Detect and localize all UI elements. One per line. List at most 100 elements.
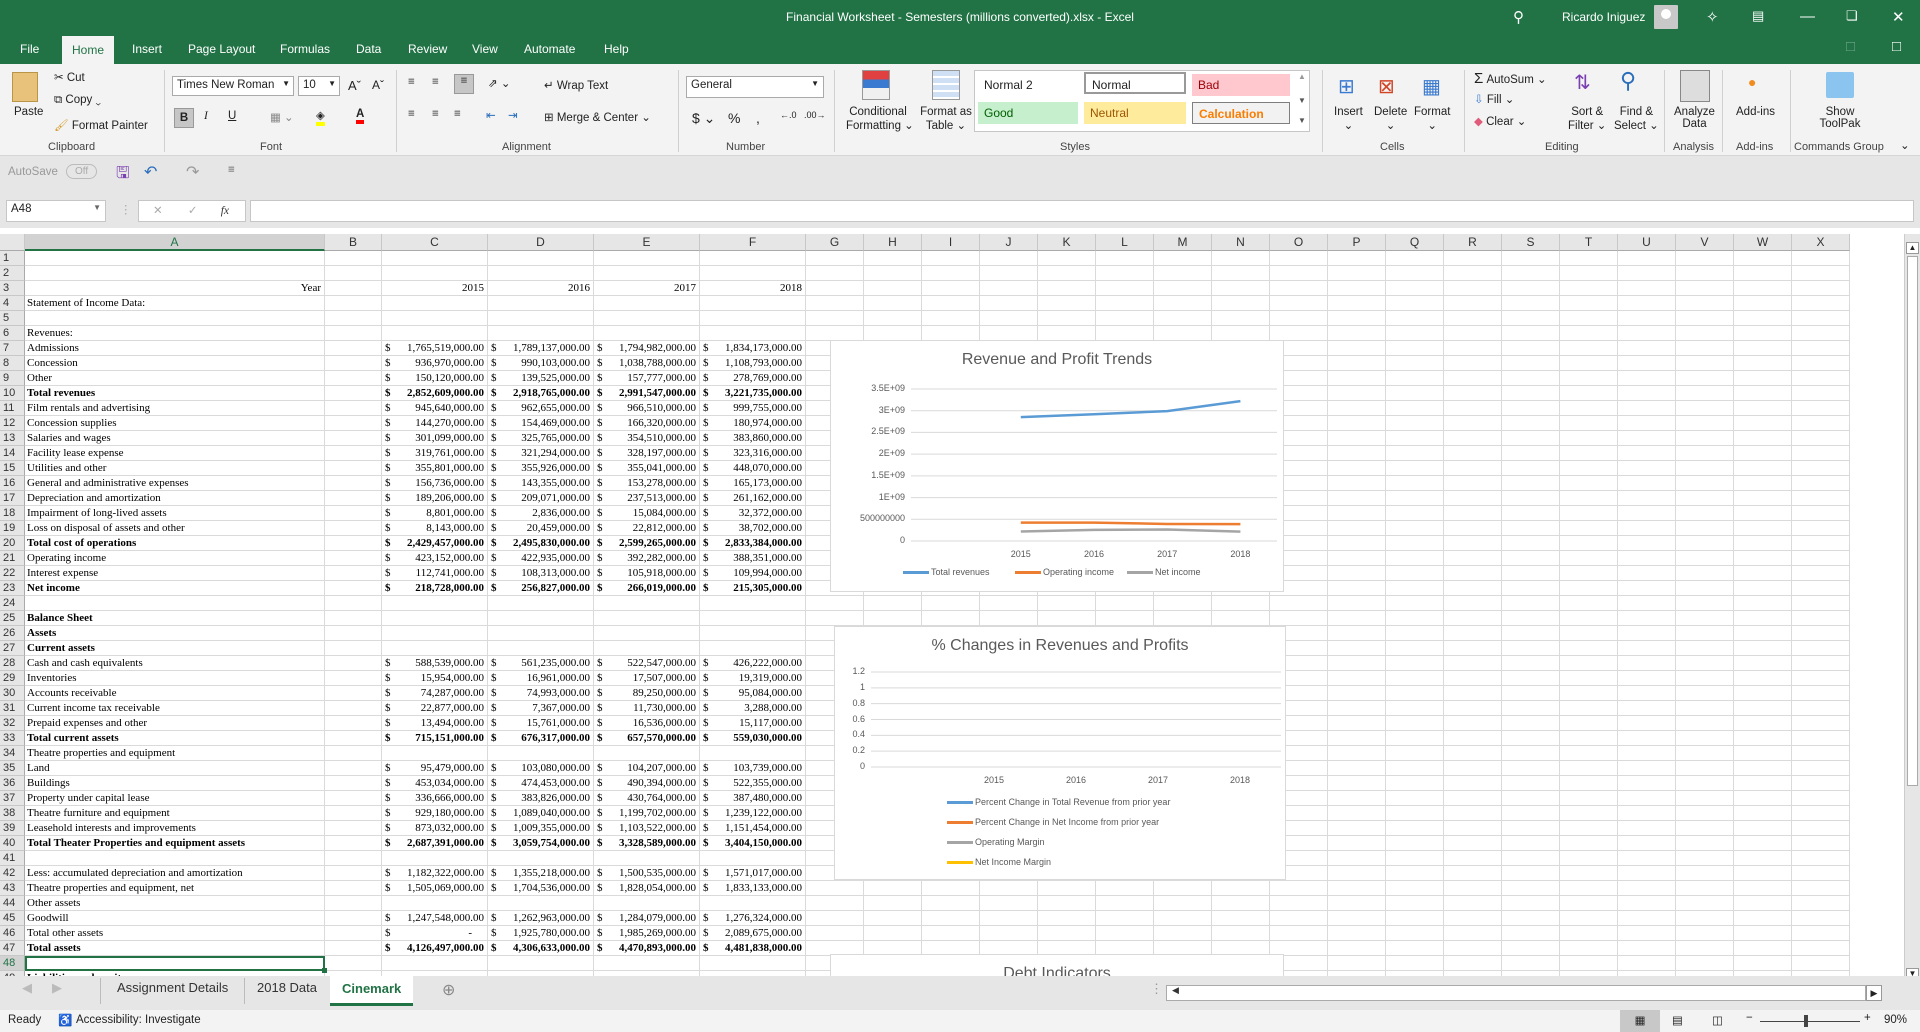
cell[interactable] bbox=[1328, 416, 1386, 431]
cell[interactable]: $392,282,000.00 bbox=[594, 551, 700, 566]
cell[interactable] bbox=[1618, 656, 1676, 671]
cell[interactable] bbox=[806, 611, 864, 626]
cell[interactable] bbox=[1386, 821, 1444, 836]
row-header[interactable]: 36 bbox=[0, 776, 25, 791]
cell[interactable]: $3,221,735,000.00 bbox=[700, 386, 806, 401]
cell[interactable] bbox=[1676, 851, 1734, 866]
cell[interactable] bbox=[1444, 656, 1502, 671]
cell[interactable]: $105,918,000.00 bbox=[594, 566, 700, 581]
user-name[interactable]: Ricardo Iniguez bbox=[1562, 10, 1645, 24]
cell[interactable] bbox=[1386, 386, 1444, 401]
cell-label[interactable] bbox=[25, 266, 325, 281]
tab-help[interactable]: Help bbox=[600, 42, 633, 56]
cell[interactable] bbox=[1618, 431, 1676, 446]
cell[interactable]: $325,765,000.00 bbox=[488, 431, 594, 446]
cell[interactable] bbox=[1676, 431, 1734, 446]
cell[interactable] bbox=[1792, 461, 1850, 476]
number-format-dropdown[interactable]: General ▼ bbox=[686, 76, 824, 98]
percent-icon[interactable]: % bbox=[728, 110, 740, 126]
cell[interactable] bbox=[1328, 626, 1386, 641]
cell-label[interactable]: Total other assets bbox=[25, 926, 325, 941]
cell[interactable]: $3,059,754,000.00 bbox=[488, 836, 594, 851]
cell[interactable]: $2,918,765,000.00 bbox=[488, 386, 594, 401]
cell[interactable]: $109,994,000.00 bbox=[700, 566, 806, 581]
cell[interactable] bbox=[1734, 656, 1792, 671]
cell[interactable] bbox=[1328, 251, 1386, 266]
cell[interactable] bbox=[980, 911, 1038, 926]
cell[interactable] bbox=[1386, 656, 1444, 671]
cell[interactable]: $2,495,830,000.00 bbox=[488, 536, 594, 551]
row-header[interactable]: 13 bbox=[0, 431, 25, 446]
cell[interactable]: $ - bbox=[382, 926, 488, 941]
cell[interactable] bbox=[1734, 536, 1792, 551]
cell-label[interactable] bbox=[25, 311, 325, 326]
cell[interactable] bbox=[1734, 521, 1792, 536]
cell[interactable] bbox=[1618, 401, 1676, 416]
row-header[interactable]: 20 bbox=[0, 536, 25, 551]
cell[interactable] bbox=[1618, 536, 1676, 551]
decrease-decimal-icon[interactable]: .00→ bbox=[804, 110, 826, 120]
chart-1[interactable]: % Changes in Revenues and Profits 0 0.2 0.4… bbox=[834, 626, 1286, 880]
style-good[interactable]: Good bbox=[978, 102, 1078, 124]
cell[interactable] bbox=[1560, 866, 1618, 881]
cell[interactable]: $103,080,000.00 bbox=[488, 761, 594, 776]
column-header-j[interactable]: J bbox=[980, 234, 1038, 251]
cell[interactable] bbox=[700, 311, 806, 326]
cell[interactable] bbox=[1096, 311, 1154, 326]
cell[interactable] bbox=[922, 611, 980, 626]
cell[interactable] bbox=[1676, 701, 1734, 716]
cell[interactable] bbox=[700, 641, 806, 656]
cell[interactable] bbox=[382, 746, 488, 761]
cell[interactable]: $8,801,000.00 bbox=[382, 506, 488, 521]
cell[interactable]: $2,852,609,000.00 bbox=[382, 386, 488, 401]
cell[interactable]: $474,453,000.00 bbox=[488, 776, 594, 791]
cell[interactable] bbox=[1444, 341, 1502, 356]
cell[interactable] bbox=[1734, 251, 1792, 266]
cell[interactable] bbox=[1444, 416, 1502, 431]
cell[interactable] bbox=[1328, 776, 1386, 791]
cell[interactable] bbox=[1560, 491, 1618, 506]
cell[interactable] bbox=[325, 356, 382, 371]
cell[interactable] bbox=[1154, 311, 1212, 326]
cell[interactable]: $715,151,000.00 bbox=[382, 731, 488, 746]
ribbon-display-icon[interactable]: ▤ bbox=[1752, 8, 1764, 24]
cell-label[interactable]: Current assets bbox=[25, 641, 325, 656]
cell[interactable] bbox=[1676, 641, 1734, 656]
cell[interactable]: $95,479,000.00 bbox=[382, 761, 488, 776]
cell[interactable] bbox=[1560, 266, 1618, 281]
cell[interactable] bbox=[1792, 341, 1850, 356]
cell[interactable] bbox=[864, 596, 922, 611]
cell-label[interactable]: Total cost of operations bbox=[25, 536, 325, 551]
column-header-t[interactable]: T bbox=[1560, 234, 1618, 251]
cell[interactable] bbox=[1444, 896, 1502, 911]
cell[interactable] bbox=[325, 866, 382, 881]
copy-button[interactable]: ⧉ Copy ⌄ bbox=[54, 94, 101, 107]
tab-home[interactable]: Home bbox=[62, 36, 115, 64]
increase-decimal-icon[interactable]: ←.0 bbox=[780, 110, 797, 120]
cell[interactable] bbox=[1038, 281, 1096, 296]
cell[interactable] bbox=[1792, 926, 1850, 941]
cell[interactable] bbox=[1676, 656, 1734, 671]
cell[interactable] bbox=[1560, 941, 1618, 956]
cell[interactable]: $422,935,000.00 bbox=[488, 551, 594, 566]
cell[interactable] bbox=[1792, 821, 1850, 836]
cell[interactable] bbox=[1386, 491, 1444, 506]
tab-view[interactable]: View bbox=[468, 42, 502, 56]
undo-icon[interactable]: ↶ bbox=[144, 162, 157, 182]
cell[interactable] bbox=[700, 611, 806, 626]
cell[interactable] bbox=[1386, 911, 1444, 926]
cell[interactable] bbox=[488, 251, 594, 266]
cell[interactable] bbox=[1154, 596, 1212, 611]
cell[interactable] bbox=[1618, 791, 1676, 806]
cell[interactable] bbox=[1502, 266, 1560, 281]
cell[interactable] bbox=[325, 611, 382, 626]
cell[interactable] bbox=[1618, 566, 1676, 581]
accessibility-icon[interactable]: ♿ bbox=[58, 1013, 72, 1027]
cell-label[interactable]: Theatre properties and equipment bbox=[25, 746, 325, 761]
cell[interactable] bbox=[1328, 491, 1386, 506]
cell[interactable] bbox=[1560, 761, 1618, 776]
cell[interactable] bbox=[1502, 761, 1560, 776]
insert-function-icon[interactable]: fx bbox=[221, 205, 229, 217]
cell[interactable] bbox=[1618, 746, 1676, 761]
find-select-button[interactable]: Find & Select ⌄ bbox=[1614, 106, 1659, 132]
